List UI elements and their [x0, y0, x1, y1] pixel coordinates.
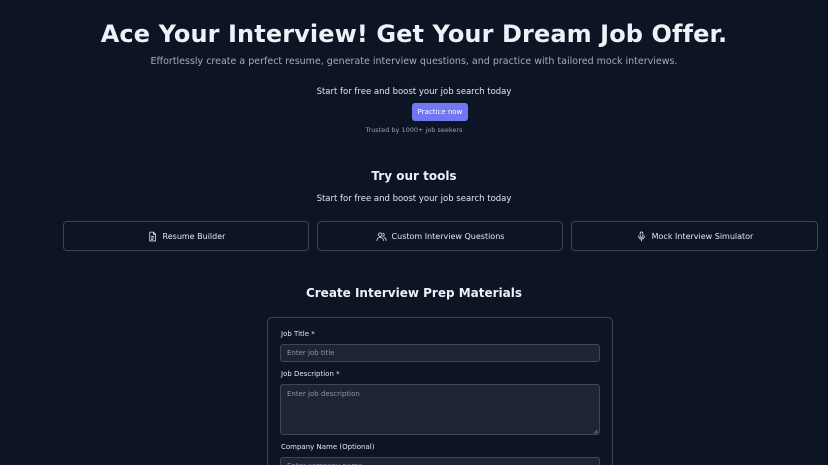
resume-builder-card[interactable]: Resume Builder [63, 221, 309, 251]
prep-section-title: Create Interview Prep Materials [305, 286, 523, 300]
resume-builder-label: Resume Builder [162, 231, 226, 241]
landing-page: Ace Your Interview! Get Your Dream Job O… [0, 0, 828, 465]
microphone-icon [636, 231, 647, 242]
tools-section-subtitle: Start for free and boost your job search… [316, 194, 512, 204]
job-title-label: Job Title * [281, 330, 315, 338]
hero-title: Ace Your Interview! Get Your Dream Job O… [100, 20, 728, 48]
job-description-textarea[interactable] [280, 384, 600, 435]
document-icon [147, 231, 158, 242]
mock-interview-simulator-card[interactable]: Mock Interview Simulator [571, 221, 818, 251]
users-icon [376, 231, 387, 242]
company-name-input[interactable] [280, 457, 600, 465]
custom-interview-questions-label: Custom Interview Questions [391, 231, 505, 241]
practice-now-button[interactable]: Practice now [412, 103, 468, 121]
job-title-input[interactable] [280, 344, 600, 362]
mock-interview-simulator-label: Mock Interview Simulator [651, 231, 754, 241]
trusted-by-text: Trusted by 1000+ job seekers [365, 126, 463, 134]
company-name-label: Company Name (Optional) [281, 443, 375, 451]
hero-cta-text: Start for free and boost your job search… [316, 87, 512, 97]
custom-interview-questions-card[interactable]: Custom Interview Questions [317, 221, 563, 251]
hero-subtitle: Effortlessly create a perfect resume, ge… [150, 56, 678, 67]
tools-section-title: Try our tools [371, 169, 457, 183]
prep-form: Job Title * Job Description * Company Na… [267, 317, 613, 465]
job-description-label: Job Description * [281, 370, 340, 378]
resize-handle-icon[interactable] [593, 429, 598, 434]
